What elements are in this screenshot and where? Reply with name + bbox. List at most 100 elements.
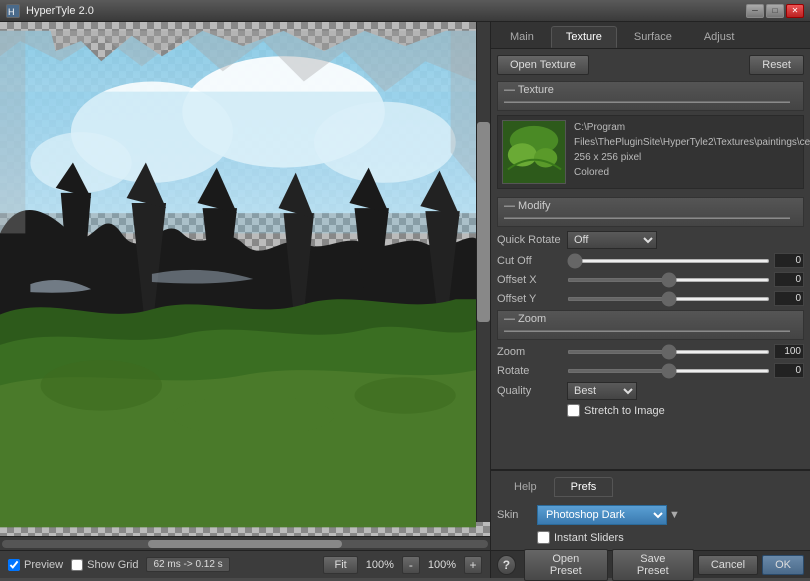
- cut-off-value[interactable]: [774, 253, 804, 268]
- texture-filepath: C:\Program Files\ThePluginSite\HyperTyle…: [574, 120, 810, 150]
- rotate-slider[interactable]: [567, 369, 770, 373]
- prefs-section: Help Prefs Skin Photoshop Dark Photoshop…: [491, 469, 810, 550]
- zoom-100: 100%: [428, 559, 456, 571]
- tab-texture[interactable]: Texture: [551, 26, 617, 48]
- texture-info: C:\Program Files\ThePluginSite\HyperTyle…: [497, 115, 804, 189]
- zoom-slider[interactable]: [567, 350, 770, 354]
- zoom-plus-button[interactable]: +: [464, 556, 482, 574]
- zoom-value[interactable]: [774, 344, 804, 359]
- cut-off-slider-group: [567, 253, 804, 268]
- offset-x-label: Offset X: [497, 274, 567, 286]
- offset-x-slider-group: [567, 272, 804, 287]
- v-scrollbar-thumb[interactable]: [477, 122, 490, 322]
- maximize-button[interactable]: □: [766, 4, 784, 18]
- quick-rotate-select[interactable]: Off 90° 180° 270°: [567, 231, 657, 249]
- offset-y-label: Offset Y: [497, 293, 567, 305]
- rotate-value[interactable]: [774, 363, 804, 378]
- offset-y-value[interactable]: [774, 291, 804, 306]
- preview-check-group: Preview: [8, 559, 63, 571]
- zoom-minus-button[interactable]: -: [402, 556, 420, 574]
- stretch-checkbox[interactable]: [567, 404, 580, 417]
- canvas-area: Preview Show Grid 62 ms -> 0.12 s Fit 10…: [0, 22, 490, 578]
- instant-sliders-label: Instant Sliders: [554, 532, 624, 544]
- rotate-label: Rotate: [497, 365, 567, 377]
- offset-x-row: Offset X: [497, 272, 804, 287]
- action-bar: ? Open Preset Save Preset Cancel OK: [491, 550, 810, 578]
- close-button[interactable]: ✕: [786, 4, 804, 18]
- help-button[interactable]: ?: [497, 555, 516, 575]
- skin-dropdown-icon: ▼: [669, 509, 680, 521]
- tab-prefs[interactable]: Prefs: [554, 477, 614, 497]
- title-bar: H HyperTyle 2.0 ─ □ ✕: [0, 0, 810, 22]
- zoom-percent: 100%: [366, 559, 394, 571]
- tab-help[interactable]: Help: [497, 477, 554, 497]
- minimize-button[interactable]: ─: [746, 4, 764, 18]
- preview-checkbox[interactable]: [8, 559, 20, 571]
- h-scrollbar-thumb[interactable]: [148, 540, 342, 548]
- open-texture-button[interactable]: Open Texture: [497, 55, 589, 75]
- texture-dimensions: 256 x 256 pixel: [574, 150, 810, 165]
- texture-details-container: C:\Program Files\ThePluginSite\HyperTyle…: [574, 120, 810, 184]
- zoom-row: Zoom: [497, 344, 804, 359]
- texture-thumbnail: [502, 120, 566, 184]
- cut-off-row: Cut Off: [497, 253, 804, 268]
- h-scrollbar-track[interactable]: [2, 540, 488, 548]
- cut-off-label: Cut Off: [497, 255, 567, 267]
- show-grid-checkbox[interactable]: [71, 559, 83, 571]
- app-icon: H: [6, 4, 20, 18]
- ok-button[interactable]: OK: [762, 555, 804, 575]
- fit-button[interactable]: Fit: [323, 556, 357, 574]
- cut-off-slider[interactable]: [567, 259, 770, 263]
- modify-section-header: — Modify ——————————————————————————: [497, 197, 804, 227]
- quick-rotate-row: Quick Rotate Off 90° 180° 270°: [497, 231, 804, 249]
- artwork-canvas: [0, 22, 476, 536]
- offset-y-slider-group: [567, 291, 804, 306]
- open-preset-button[interactable]: Open Preset: [524, 549, 608, 581]
- zoom-slider-group: [567, 344, 804, 359]
- window-controls: ─ □ ✕: [746, 4, 804, 18]
- tab-adjust[interactable]: Adjust: [689, 26, 750, 48]
- right-panel: Main Texture Surface Adjust Open Texture…: [490, 22, 810, 578]
- prefs-tab-bar: Help Prefs: [497, 477, 804, 497]
- rotate-slider-group: [567, 363, 804, 378]
- offset-x-slider[interactable]: [567, 278, 770, 282]
- time-display: 62 ms -> 0.12 s: [146, 557, 229, 572]
- vertical-scrollbar[interactable]: [476, 22, 490, 522]
- canvas-viewport: [0, 22, 490, 536]
- offset-y-slider[interactable]: [567, 297, 770, 301]
- quick-rotate-label: Quick Rotate: [497, 234, 567, 246]
- zoom-section-header: — Zoom ——————————————————————————: [497, 310, 804, 340]
- instant-sliders-checkbox[interactable]: [537, 531, 550, 544]
- canvas-toolbar: Preview Show Grid 62 ms -> 0.12 s Fit 10…: [0, 550, 490, 578]
- show-grid-check-group: Show Grid: [71, 559, 138, 571]
- reset-button[interactable]: Reset: [749, 55, 804, 75]
- main-layout: Preview Show Grid 62 ms -> 0.12 s Fit 10…: [0, 22, 810, 578]
- save-preset-button[interactable]: Save Preset: [612, 549, 694, 581]
- top-tab-bar: Main Texture Surface Adjust: [491, 22, 810, 49]
- cancel-button[interactable]: Cancel: [698, 555, 758, 575]
- offset-y-row: Offset Y: [497, 291, 804, 306]
- offset-x-value[interactable]: [774, 272, 804, 287]
- quality-row: Quality Best Good Fast: [497, 382, 804, 400]
- instant-sliders-row: Instant Sliders: [537, 531, 804, 544]
- tab-surface[interactable]: Surface: [619, 26, 687, 48]
- rotate-row: Rotate: [497, 363, 804, 378]
- texture-thumb-image: [503, 121, 565, 183]
- skin-label: Skin: [497, 509, 537, 521]
- show-grid-label: Show Grid: [87, 559, 138, 571]
- panel-toolbar: Open Texture Reset: [497, 55, 804, 75]
- horizontal-scrollbar[interactable]: [0, 536, 490, 550]
- svg-text:H: H: [8, 7, 15, 17]
- stretch-label: Stretch to Image: [584, 405, 665, 417]
- zoom-label: Zoom: [497, 346, 567, 358]
- canvas-inner: [0, 22, 476, 536]
- stretch-row: Stretch to Image: [567, 404, 804, 417]
- quality-select[interactable]: Best Good Fast: [567, 382, 637, 400]
- quality-label: Quality: [497, 385, 567, 397]
- texture-section-header: — Texture ——————————————————————————: [497, 81, 804, 111]
- skin-select[interactable]: Photoshop Dark Photoshop Light Dark Ligh…: [537, 505, 667, 525]
- texture-color-mode: Colored: [574, 165, 810, 180]
- panel-content: Open Texture Reset — Texture ———————————…: [491, 49, 810, 469]
- tab-main[interactable]: Main: [495, 26, 549, 48]
- app-title: HyperTyle 2.0: [26, 5, 746, 17]
